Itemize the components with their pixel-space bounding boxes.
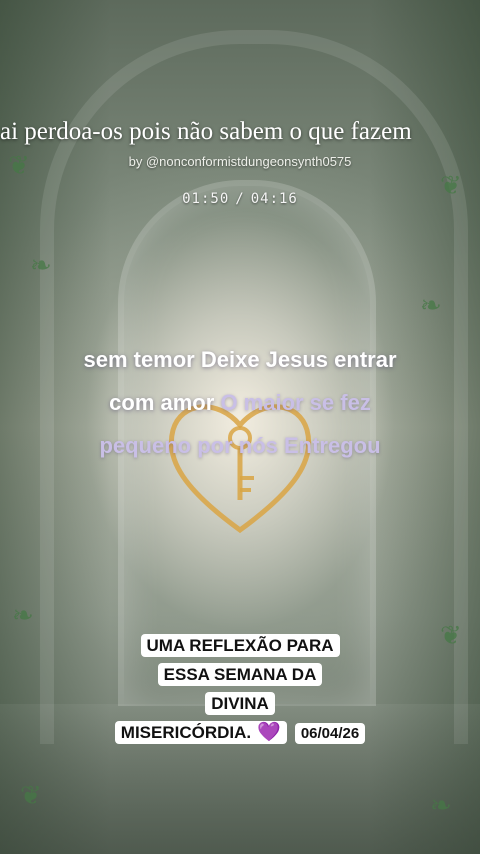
caption-line-4: MISERICÓRDIA. 💜 (114, 721, 287, 744)
author-byline: by @nonconformistdungeonsynth0575 (128, 154, 352, 169)
caption-line-3: DIVINA (205, 692, 275, 715)
caption-line-4-text: MISERICÓRDIA. (120, 723, 252, 742)
playback-time: 01:50 / 04:16 (0, 191, 480, 207)
video-screen: ❦ ❧ ❦ ❧ ❧ ❦ ❦ ❧ ai perdoa-os pois não sa… (0, 0, 480, 854)
caption-line-2: ESSA SEMANA DA (157, 663, 323, 686)
leaf-icon: ❧ (430, 790, 452, 820)
lyric-line-3: pequeno por nós Entregou (99, 433, 381, 458)
lyric-line-1: sem temor Deixe Jesus entrar (83, 347, 397, 372)
leaf-icon: ❧ (420, 290, 442, 320)
caption-line-1: UMA REFLEXÃO PARA (140, 634, 340, 657)
lyrics-block: sem temor Deixe Jesus entrar com amor O … (0, 338, 480, 467)
time-separator: / (235, 191, 245, 207)
caption-block: UMA REFLEXÃO PARA ESSA SEMANA DA DIVINA … (0, 631, 480, 748)
purple-heart-icon: 💜 (257, 722, 281, 743)
leaf-icon: ❧ (30, 250, 52, 280)
caption-date: 06/04/26 (294, 723, 366, 744)
leaf-icon: ❦ (20, 780, 42, 810)
lyric-line-2: com amor O maior se fez (0, 381, 480, 424)
lyric-line-2-sung: com amor (109, 390, 215, 415)
song-title: ai perdoa-os pois não sabem o que fazem (0, 118, 412, 145)
total-time: 04:16 (250, 191, 298, 207)
current-time: 01:50 (182, 191, 230, 207)
lyric-line-2-pending: O maior se fez (220, 390, 371, 415)
leaf-icon: ❧ (12, 600, 34, 630)
